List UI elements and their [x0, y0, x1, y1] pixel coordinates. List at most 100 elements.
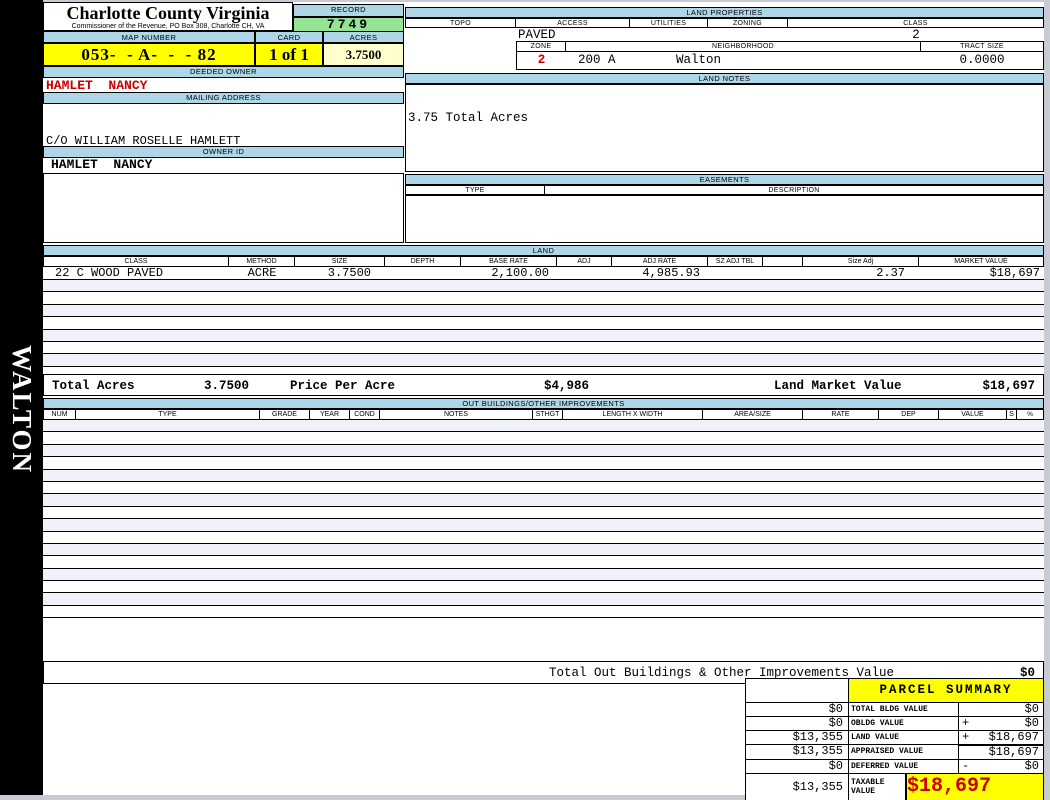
card-label: CARD: [255, 31, 323, 43]
owner-id-value: HAMLET NANCY: [43, 158, 404, 172]
ps-label-appraised: APPRAISED VALUE: [849, 745, 959, 759]
land-size-adj-value: 2.37: [803, 267, 919, 279]
ob-col-pct-comp: % COMP: [1017, 409, 1044, 420]
empty-row: [43, 519, 1044, 531]
ps-row-land: $13,355 LAND VALUE +$18,697: [746, 730, 1043, 744]
land-col-size: SIZE: [295, 256, 385, 267]
land-notes-title: LAND NOTES: [405, 73, 1044, 84]
zone-neighborhood-box: ZONE NEIGHBORHOOD TRACT SIZE 2 200 A Wal…: [516, 41, 1044, 70]
class-value: 2: [788, 28, 1044, 42]
land-col-adj-rate: ADJ RATE: [612, 256, 708, 267]
record-label: RECORD: [293, 4, 404, 17]
county-header: Charlotte County Virginia Commissioner o…: [43, 2, 293, 31]
ps-header-blank: [746, 679, 849, 702]
empty-row: [43, 280, 1044, 292]
land-properties-header: TOPO ACCESS UTILITIES ZONING CLASS: [405, 18, 1044, 28]
ps-row-appraised: $13,355 APPRAISED VALUE $18,697: [746, 744, 1043, 759]
land-col-class: CLASS: [43, 256, 229, 267]
out-buildings-title: OUT BUILDINGS/OTHER IMPROVEMENTS: [43, 398, 1044, 409]
ps-label-deferred: DEFERRED VALUE: [849, 760, 959, 773]
empty-row: [43, 457, 1044, 469]
col-class: CLASS: [788, 18, 1044, 28]
land-col-market-value: MARKET VALUE: [919, 256, 1044, 267]
out-buildings-empty-rows: [43, 420, 1044, 618]
card-value: 1 of 1: [255, 43, 323, 66]
land-empty-rows: [43, 280, 1044, 367]
easements-box: [405, 195, 1044, 243]
ps-prior-total-bldg: $0: [746, 703, 849, 716]
deeded-owner-value: HAMLET NANCY: [43, 79, 404, 93]
zone-value: 2: [517, 52, 566, 69]
land-totals-row: Total Acres 3.7500 Price Per Acre $4,986…: [43, 374, 1044, 396]
ps-op-land: +: [959, 731, 973, 744]
neighborhood-code: 200 A: [566, 52, 676, 69]
price-per-acre-value: $4,986: [544, 379, 589, 393]
out-buildings-header: NUM TYPE GRADE YEAR COND NOTES STHGT LEN…: [43, 409, 1044, 420]
ps-value-taxable: $18,697: [906, 774, 1043, 800]
land-market-value-total: $18,697: [982, 379, 1035, 393]
county-subtitle: Commissioner of the Revenue, PO Box 308,…: [44, 23, 292, 31]
land-adj-rate-value: 4,985.93: [612, 267, 708, 279]
mailing-address-label: MAILING ADDRESS: [43, 92, 404, 104]
ps-row-total-bldg: $0 TOTAL BLDG VALUE $0: [746, 702, 1043, 716]
col-zoning: ZONING: [708, 18, 788, 28]
col-topo: TOPO: [405, 18, 516, 28]
record-value: 7749: [293, 17, 404, 32]
ob-col-dep: DEP: [879, 409, 939, 420]
ob-col-rate: RATE: [803, 409, 879, 420]
land-size-value: 3.7500: [295, 267, 385, 279]
col-utilities: UTILITIES: [630, 18, 708, 28]
land-col-depth: DEPTH: [385, 256, 461, 267]
empty-row: [43, 305, 1044, 317]
empty-row: [43, 317, 1044, 329]
ps-row-obldg: $0 OBLDG VALUE +$0: [746, 716, 1043, 730]
neighborhood-vertical-label: WALTON: [6, 345, 37, 474]
ob-col-year: YEAR: [310, 409, 350, 420]
land-properties-title: LAND PROPERTIES: [405, 7, 1044, 18]
ps-label-taxable: TAXABLE VALUE: [849, 774, 906, 800]
ob-col-s: S: [1007, 409, 1017, 420]
ob-col-cond: COND: [350, 409, 380, 420]
acres-label: ACRES: [323, 31, 404, 43]
easements-title: EASEMENTS: [405, 174, 1044, 185]
access-value: PAVED: [518, 28, 556, 42]
empty-row: [43, 470, 1044, 482]
ob-col-type: TYPE: [76, 409, 260, 420]
tract-size-label: TRACT SIZE: [921, 42, 1043, 51]
ps-row-taxable: $13,355 TAXABLE VALUE $18,697: [746, 773, 1043, 800]
land-col-sz-adj-tbl: SZ ADJ TBL: [708, 256, 763, 267]
land-class-value: 22 C WOOD PAVED: [43, 267, 229, 279]
empty-row: [43, 532, 1044, 544]
ob-col-value: VALUE: [939, 409, 1007, 420]
ob-col-area-size: AREA/SIZE: [703, 409, 803, 420]
owner-extra-box: [43, 173, 404, 243]
col-access: ACCESS: [516, 18, 630, 28]
land-notes-box: 3.75 Total Acres: [405, 84, 1044, 172]
empty-row: [43, 544, 1044, 556]
land-adj-value: [557, 267, 612, 279]
empty-row: [43, 507, 1044, 519]
empty-row: [43, 330, 1044, 342]
land-market-value: $18,697: [919, 267, 1044, 279]
ps-prior-land: $13,355: [746, 731, 849, 744]
ps-value-land: $18,697: [973, 731, 1043, 744]
left-black-strip: WALTON: [0, 0, 43, 795]
ps-op-deferred: -: [959, 760, 973, 773]
ps-prior-obldg: $0: [746, 717, 849, 730]
ps-prior-deferred: $0: [746, 760, 849, 773]
empty-row: [43, 494, 1044, 506]
ps-op-appraised: [959, 746, 973, 759]
land-col-base-rate: BASE RATE: [461, 256, 557, 267]
land-table-header: CLASS METHOD SIZE DEPTH BASE RATE ADJ AD…: [43, 256, 1044, 267]
ps-op-obldg: +: [959, 717, 973, 730]
ob-col-grade: GRADE: [260, 409, 310, 420]
empty-row: [43, 581, 1044, 593]
price-per-acre-label: Price Per Acre: [290, 379, 395, 393]
card-content: Charlotte County Virginia Commissioner o…: [43, 2, 1044, 795]
ps-label-land: LAND VALUE: [849, 731, 959, 744]
neighborhood-label: NEIGHBORHOOD: [566, 42, 921, 51]
ps-value-obldg: $0: [973, 717, 1043, 730]
parcel-summary-header: PARCEL SUMMARY: [746, 679, 1043, 702]
ps-prior-appraised: $13,355: [746, 745, 849, 759]
land-col-size-adj: Size Adj: [803, 256, 919, 267]
